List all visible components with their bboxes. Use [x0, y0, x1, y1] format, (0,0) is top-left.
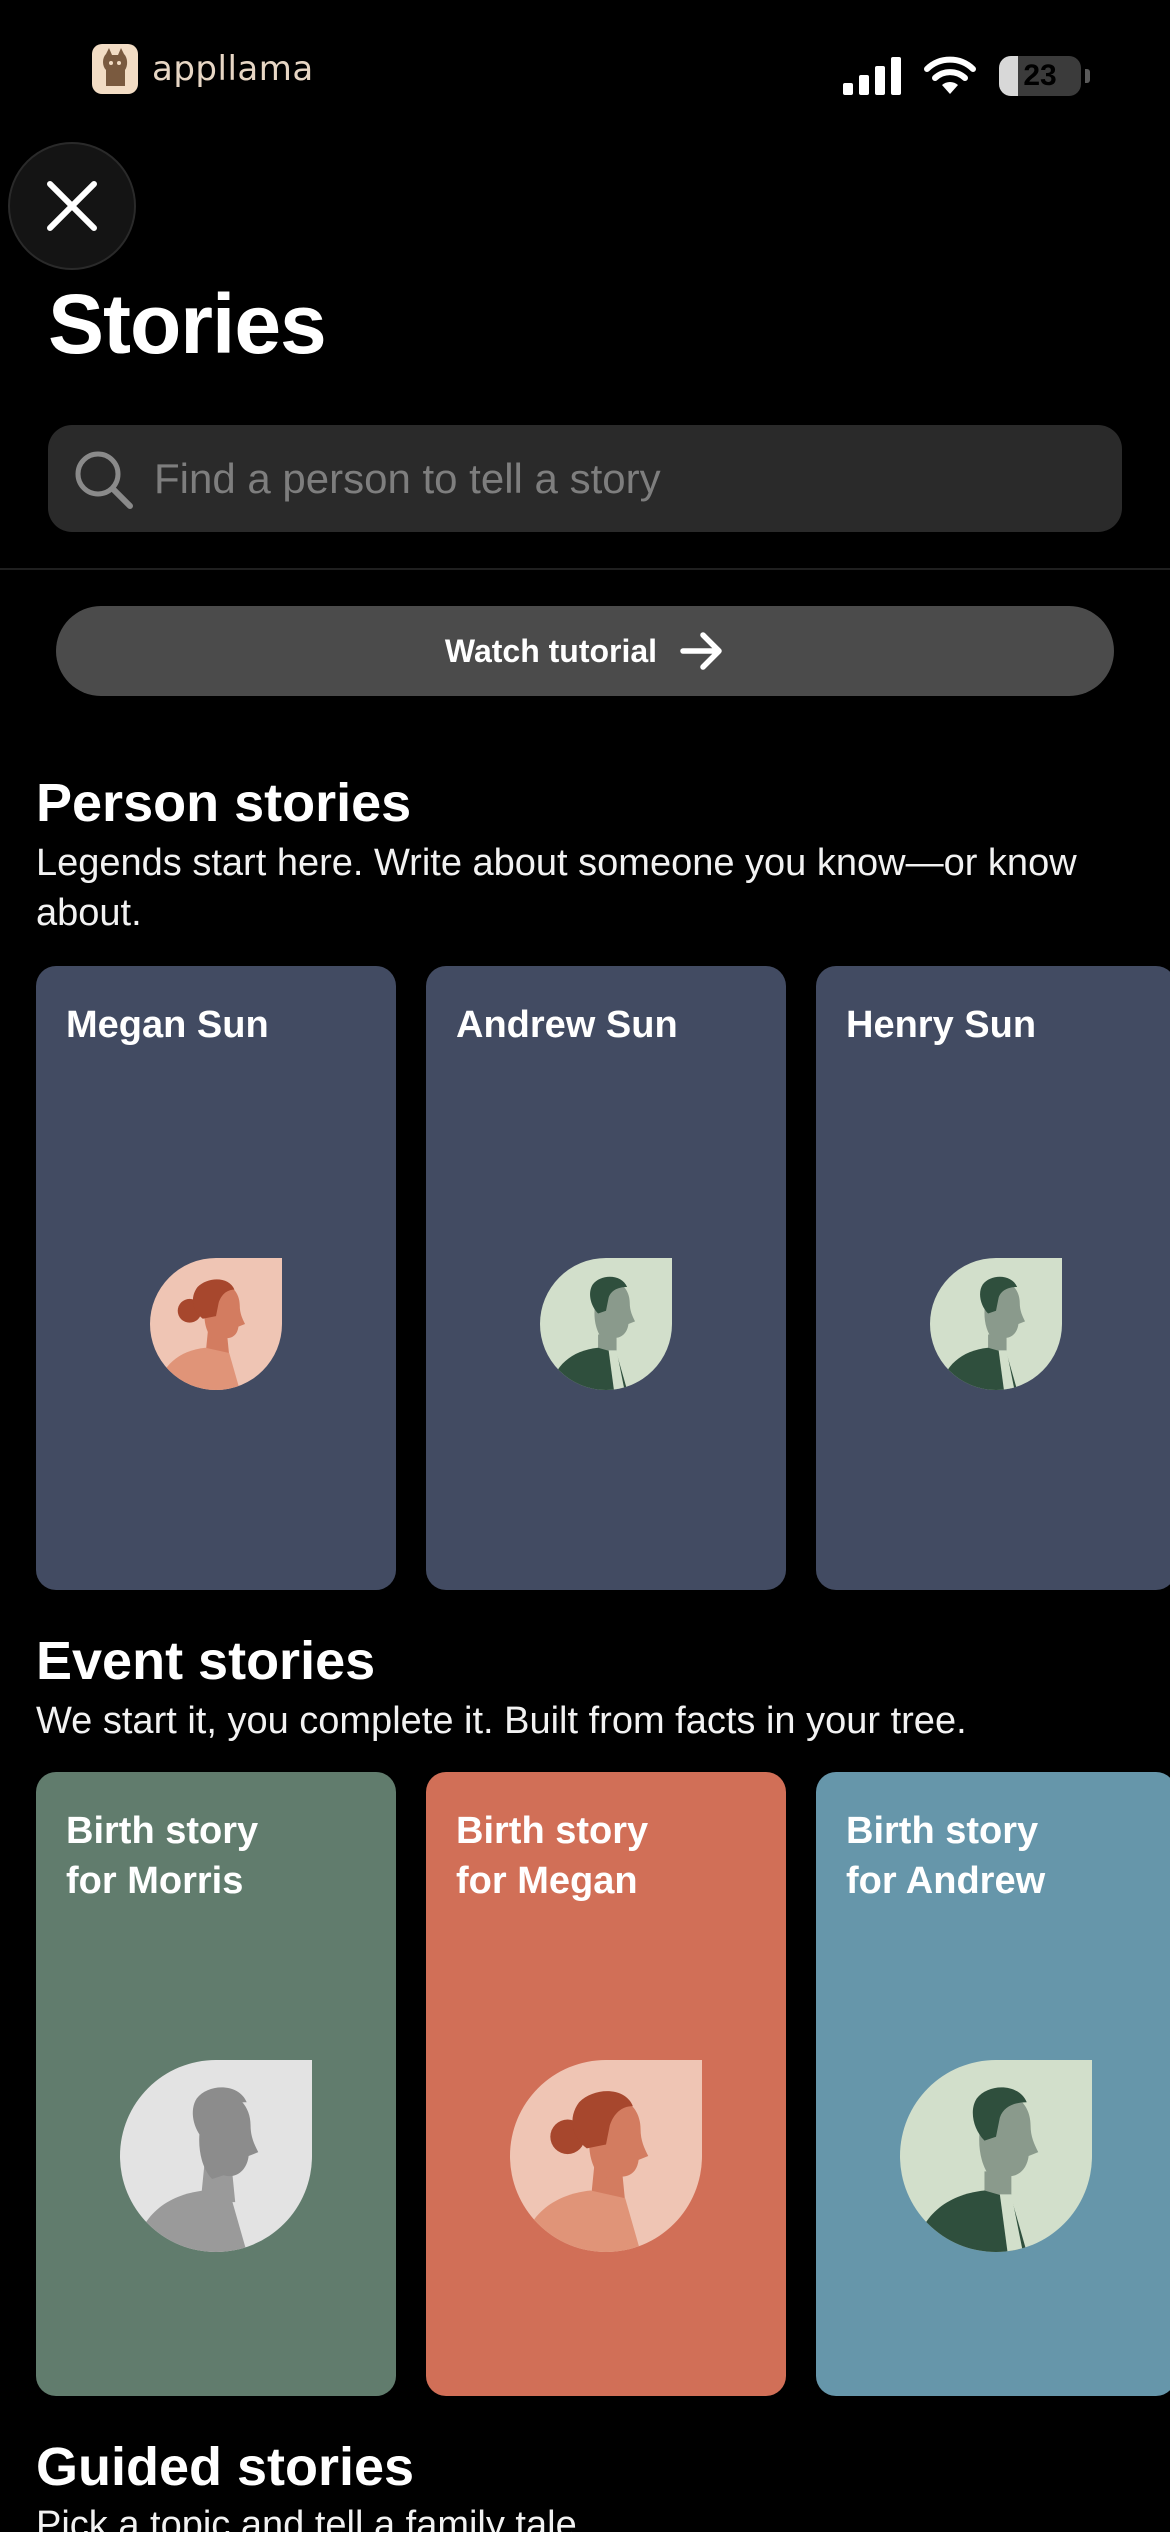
event-story-title: Birth story for Morris: [66, 1806, 366, 1906]
guided-stories-title: Guided stories: [36, 2437, 415, 2497]
person-stories-description: Legends start here. Write about someone …: [36, 842, 1077, 934]
person-stories-list: Megan Sun Andrew Sun Henry Sun: [36, 966, 1170, 1590]
arrow-right-icon: [680, 632, 722, 670]
woman-avatar-icon: [150, 1258, 282, 1390]
person-name: Megan Sun: [66, 1004, 269, 1046]
person-name: Henry Sun: [846, 1004, 1037, 1046]
woman-avatar-icon: [510, 2060, 702, 2252]
battery-nub: [1085, 69, 1090, 83]
person-story-card[interactable]: Henry Sun: [816, 966, 1170, 1590]
brand-name: appllama: [152, 49, 314, 89]
wifi-icon: [924, 56, 976, 94]
event-story-line2: for Andrew: [846, 1860, 1046, 1902]
search-bar[interactable]: [48, 425, 1122, 532]
close-button[interactable]: [8, 142, 136, 270]
event-story-card[interactable]: Birth story for Andrew: [816, 1772, 1170, 2396]
man-avatar-icon: [930, 1258, 1062, 1390]
event-stories-title: Event stories: [36, 1631, 376, 1691]
event-story-line1: Birth story: [846, 1810, 1039, 1852]
man-avatar-icon: [900, 2060, 1092, 2252]
man-avatar-icon: [540, 1258, 672, 1390]
event-story-line1: Birth story: [66, 1810, 259, 1852]
battery-icon: 23: [999, 56, 1081, 96]
event-stories-list: Birth story for Morris Birth story for M…: [36, 1772, 1170, 2396]
search-input[interactable]: [154, 454, 1054, 503]
battery-percentage: 23: [1023, 59, 1057, 92]
cellular-signal-icon: [843, 57, 901, 95]
brand: appllama: [92, 44, 314, 94]
person-stories-title: Person stories: [36, 773, 412, 833]
watch-tutorial-label: Watch tutorial: [444, 632, 658, 669]
status-icons: 23: [843, 56, 1090, 96]
divider: [0, 568, 1170, 570]
event-story-line2: for Megan: [456, 1860, 638, 1902]
page-title: Stories: [48, 277, 327, 371]
event-story-title: Birth story for Megan: [456, 1806, 756, 1906]
event-story-line2: for Morris: [66, 1860, 244, 1902]
unknown-person-avatar-icon: [120, 2060, 312, 2252]
status-bar: appllama 23: [0, 0, 1170, 140]
person-story-card[interactable]: Megan Sun: [36, 966, 396, 1590]
guided-stories-description: Pick a topic and tell a family tale.: [36, 2504, 588, 2532]
event-story-title: Birth story for Andrew: [846, 1806, 1146, 1906]
close-icon: [47, 181, 97, 231]
watch-tutorial-button[interactable]: Watch tutorial: [56, 606, 1114, 696]
llama-logo-icon: [92, 44, 138, 94]
person-name: Andrew Sun: [456, 1004, 678, 1046]
search-icon: [75, 451, 133, 509]
person-story-card[interactable]: Andrew Sun: [426, 966, 786, 1590]
event-story-card[interactable]: Birth story for Megan: [426, 1772, 786, 2396]
event-story-line1: Birth story: [456, 1810, 649, 1852]
event-story-card[interactable]: Birth story for Morris: [36, 1772, 396, 2396]
battery-level: [999, 56, 1018, 96]
event-stories-description: We start it, you complete it. Built from…: [36, 1700, 967, 1742]
